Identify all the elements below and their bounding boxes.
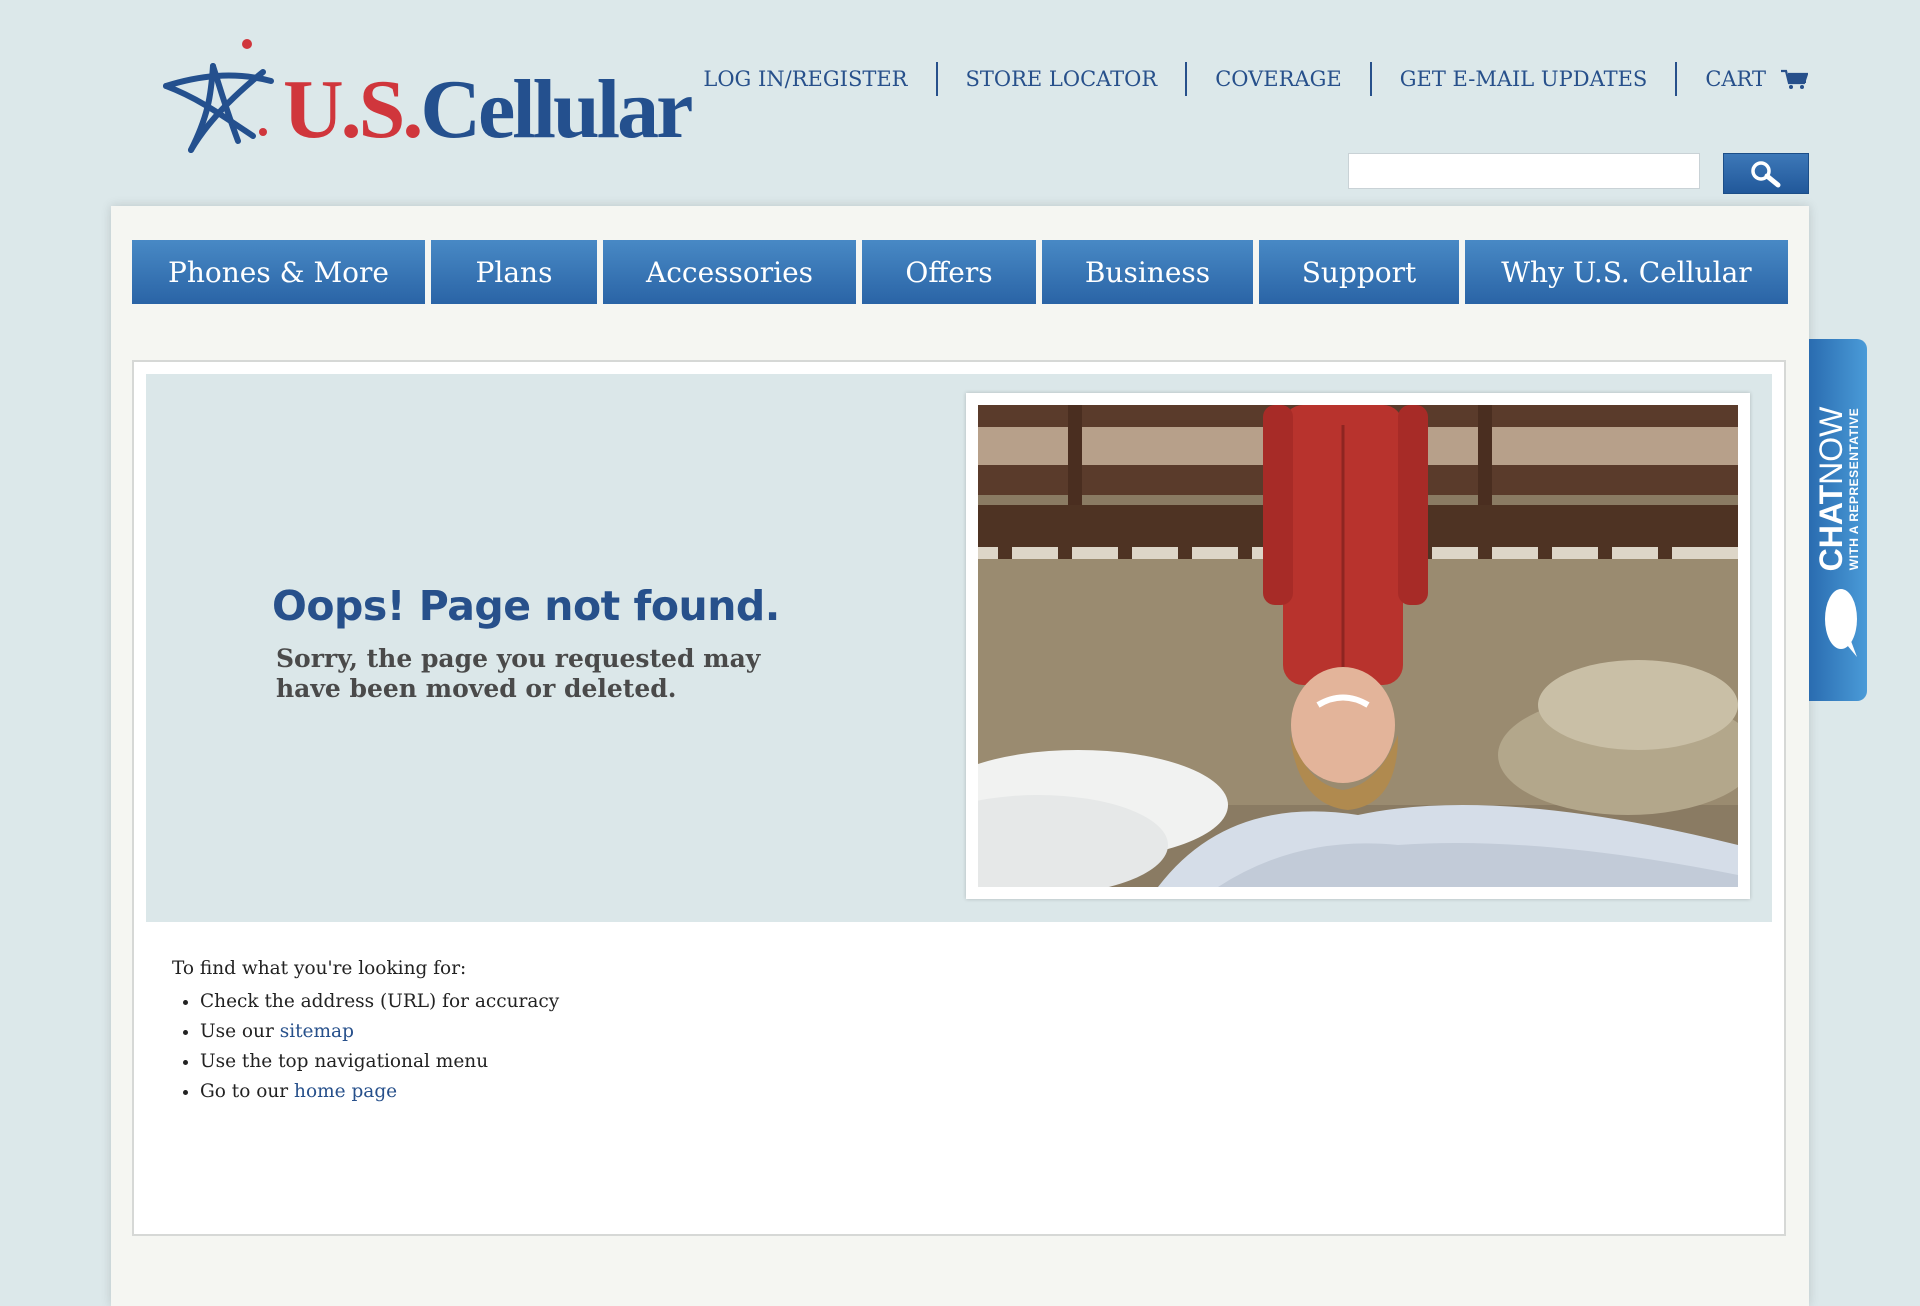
help-item-menu: Use the top navigational menu bbox=[200, 1047, 559, 1077]
star-logo-icon bbox=[163, 39, 274, 153]
hero-photo-frame bbox=[966, 393, 1750, 899]
help-intro: To find what you're looking for: bbox=[172, 958, 467, 979]
help-item-home-text: Go to our bbox=[200, 1081, 295, 1102]
help-item-sitemap: Use our sitemap bbox=[200, 1017, 559, 1047]
nav-why-us-cellular[interactable]: Why U.S. Cellular bbox=[1465, 240, 1788, 304]
error-message: Sorry, the page you requested may have b… bbox=[276, 644, 761, 703]
chat-label: CHAT bbox=[1813, 484, 1849, 572]
sitemap-link[interactable]: sitemap bbox=[280, 1021, 354, 1042]
search-input[interactable] bbox=[1348, 153, 1700, 189]
chat-now-text: CHATNOW WITH A REPRESENTATIVE bbox=[1813, 406, 1861, 572]
help-item-url: Check the address (URL) for accuracy bbox=[200, 987, 559, 1017]
search-button[interactable] bbox=[1723, 153, 1809, 194]
login-register-link[interactable]: LOG IN/REGISTER bbox=[703, 62, 935, 96]
help-item-url-text: Check the address (URL) for accuracy bbox=[200, 991, 560, 1012]
now-label: NOW bbox=[1813, 406, 1849, 485]
page-title: Oops! Page not found. bbox=[272, 582, 780, 630]
cart-link[interactable]: CART bbox=[1675, 62, 1808, 96]
cart-icon bbox=[1781, 69, 1808, 89]
help-item-home: Go to our home page bbox=[200, 1077, 559, 1107]
coverage-link[interactable]: COVERAGE bbox=[1185, 62, 1370, 96]
search-icon bbox=[1751, 160, 1781, 187]
nav-accessories[interactable]: Accessories bbox=[603, 240, 856, 304]
us-cellular-logo[interactable]: U.S.Cellular bbox=[163, 36, 693, 156]
logo-us-text: U.S. bbox=[283, 63, 423, 156]
chat-bubble-icon bbox=[1825, 589, 1857, 657]
nav-phones-more[interactable]: Phones & More bbox=[132, 240, 425, 304]
email-updates-link[interactable]: GET E-MAIL UPDATES bbox=[1369, 62, 1676, 96]
logo-cellular-text: Cellular bbox=[420, 63, 693, 156]
help-list: Check the address (URL) for accuracy Use… bbox=[172, 987, 559, 1107]
home-page-link[interactable]: home page bbox=[294, 1081, 397, 1102]
chat-representative-label: WITH A REPRESENTATIVE bbox=[1847, 407, 1861, 571]
help-section: To find what you're looking for: Check t… bbox=[172, 957, 559, 1107]
cart-label: CART bbox=[1705, 67, 1766, 91]
upside-down-kid-photo bbox=[978, 405, 1738, 887]
chat-now-tab[interactable]: CHATNOW WITH A REPRESENTATIVE bbox=[1809, 339, 1867, 701]
content-box: Oops! Page not found. Sorry, the page yo… bbox=[132, 360, 1786, 1236]
utility-nav: LOG IN/REGISTER STORE LOCATOR COVERAGE G… bbox=[703, 62, 1808, 96]
nav-plans[interactable]: Plans bbox=[431, 240, 597, 304]
help-item-sitemap-text: Use our bbox=[200, 1021, 280, 1042]
photo-illustration bbox=[978, 405, 1738, 887]
nav-support[interactable]: Support bbox=[1259, 240, 1459, 304]
nav-business[interactable]: Business bbox=[1042, 240, 1253, 304]
nav-offers[interactable]: Offers bbox=[862, 240, 1036, 304]
main-container: Phones & More Plans Accessories Offers B… bbox=[111, 206, 1809, 1306]
error-hero: Oops! Page not found. Sorry, the page yo… bbox=[146, 374, 1772, 922]
store-locator-link[interactable]: STORE LOCATOR bbox=[935, 62, 1186, 96]
main-nav: Phones & More Plans Accessories Offers B… bbox=[132, 240, 1788, 304]
help-item-menu-text: Use the top navigational menu bbox=[200, 1051, 489, 1072]
